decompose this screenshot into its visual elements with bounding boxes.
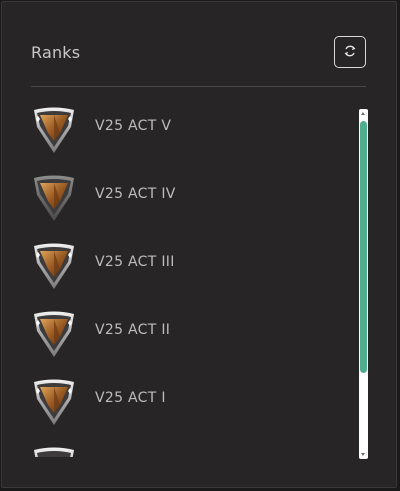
rank-label: V25 ACT III: [95, 254, 175, 270]
rank-label: V25 ACT IV: [95, 186, 176, 202]
list-scrollbar[interactable]: [359, 109, 368, 459]
rank-label: V25 ACT II: [95, 322, 171, 338]
scroll-thumb[interactable]: [360, 121, 367, 373]
rank-badge-icon: [30, 105, 78, 157]
ranks-list: V25 ACT V V25 ACT IV V25 ACT III V25 ACT…: [29, 100, 349, 457]
list-item[interactable]: V25 ACT V: [29, 100, 349, 168]
list-item[interactable]: V25 ACT III: [29, 236, 349, 304]
rank-label: V25 ACT V: [95, 118, 172, 134]
list-item[interactable]: V25 ACT II: [29, 304, 349, 372]
rank-badge-icon: [30, 173, 78, 225]
rank-label: V25 ACT I: [95, 390, 166, 406]
rank-badge-icon: [30, 445, 78, 457]
refresh-button[interactable]: [334, 36, 366, 68]
header-divider: [31, 86, 366, 87]
panel-header: Ranks: [31, 34, 366, 72]
list-item[interactable]: [29, 440, 349, 457]
list-item[interactable]: V25 ACT IV: [29, 168, 349, 236]
scroll-up-icon[interactable]: [361, 112, 365, 115]
list-item[interactable]: V25 ACT I: [29, 372, 349, 440]
rank-badge-icon: [30, 241, 78, 293]
panel-title: Ranks: [31, 43, 81, 62]
rank-badge-icon: [30, 309, 78, 361]
scroll-down-icon[interactable]: [361, 453, 365, 456]
rank-badge-icon: [30, 377, 78, 429]
refresh-icon: [343, 43, 357, 62]
